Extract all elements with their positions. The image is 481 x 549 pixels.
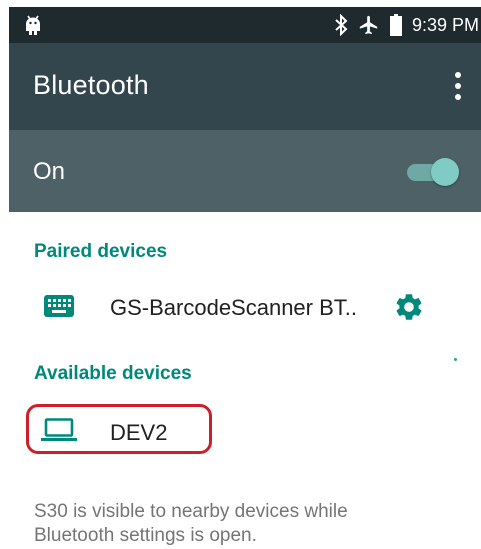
- airplane-icon: [358, 14, 380, 36]
- bluetooth-icon: [334, 14, 348, 36]
- bluetooth-master-switch-bar[interactable]: On: [9, 130, 481, 212]
- status-time: 9:39 PM: [411, 14, 479, 35]
- paired-device-name: GS-BarcodeScanner BT..: [110, 295, 358, 320]
- keyboard-icon: [44, 295, 74, 322]
- scroll-indicator-dot: [454, 358, 457, 361]
- android-icon: [24, 14, 42, 41]
- status-bar: 9:39 PM: [9, 7, 481, 43]
- page-title: Bluetooth: [33, 70, 149, 100]
- app-toolbar: Bluetooth: [9, 43, 481, 130]
- gear-icon[interactable]: [393, 291, 425, 328]
- switch-label: On: [33, 158, 66, 185]
- footer-line-1: S30 is visible to nearby devices while: [34, 501, 348, 522]
- battery-icon: [389, 14, 402, 36]
- bluetooth-toggle[interactable]: [407, 155, 461, 187]
- visibility-footer: S30 is visible to nearby devices while B…: [34, 500, 454, 548]
- footer-line-2: Bluetooth settings is open.: [34, 525, 257, 546]
- more-vert-icon[interactable]: [452, 72, 464, 100]
- highlight-annotation: [26, 404, 212, 454]
- available-devices-header: Available devices: [34, 363, 192, 384]
- paired-devices-header: Paired devices: [34, 241, 168, 262]
- toggle-thumb: [431, 158, 459, 186]
